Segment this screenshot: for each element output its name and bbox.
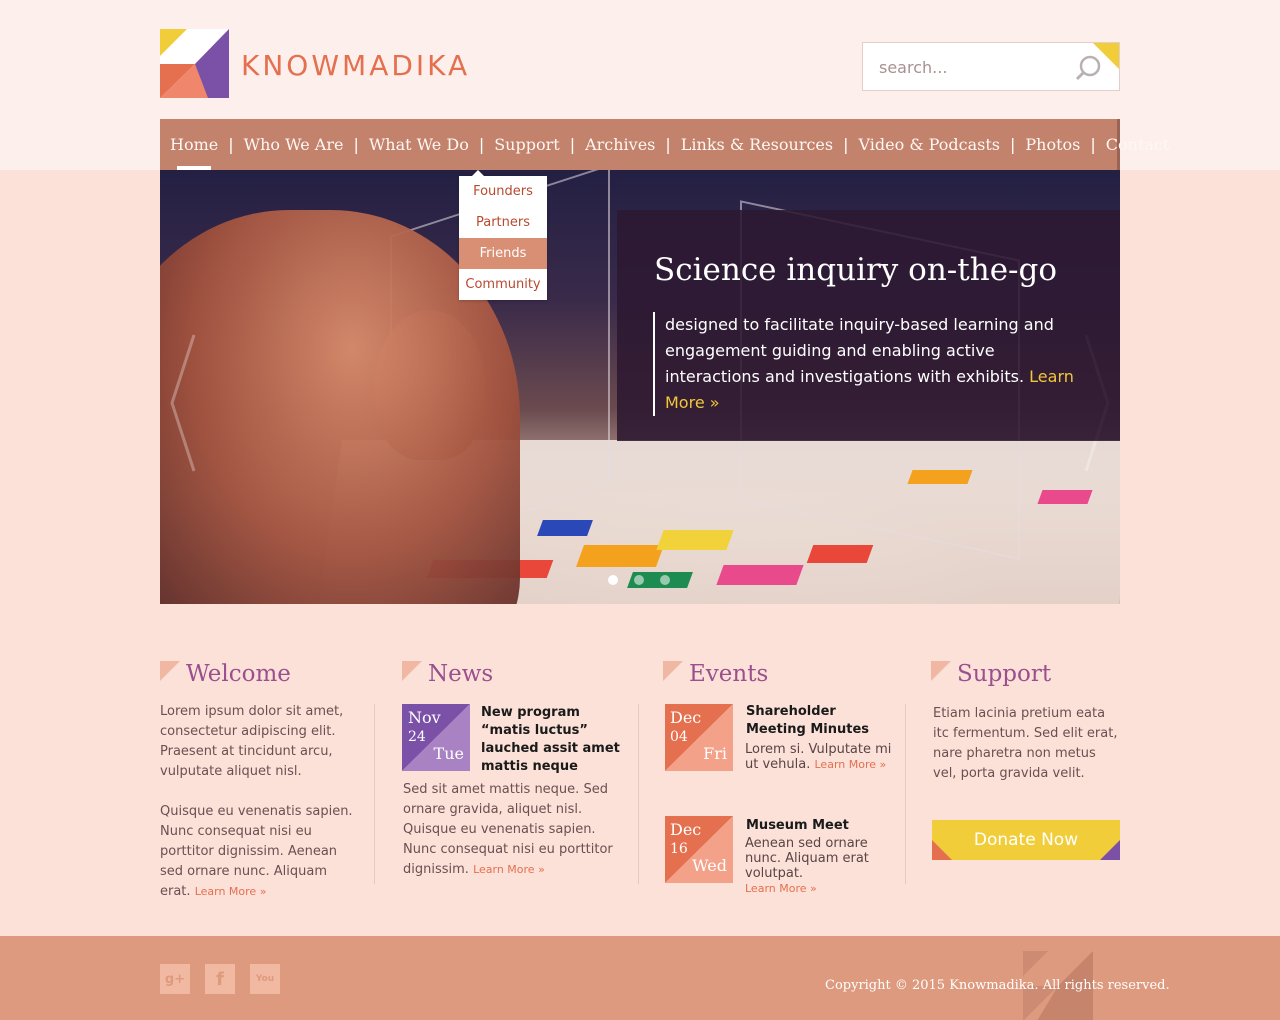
search-box[interactable] [862, 42, 1120, 91]
hero-photo-tile [537, 520, 593, 536]
support-body: Etiam lacinia pretium eata itc fermentum… [933, 706, 1118, 781]
event-body: Aenean sed ornare nunc. Aliquam erat vol… [745, 836, 895, 896]
news-day: 24 [408, 729, 426, 745]
flag-icon [931, 661, 951, 681]
youtube-icon[interactable]: You [250, 964, 280, 994]
search-corner-accent [1093, 43, 1119, 69]
hero-copy: designed to facilitate inquiry-based lea… [653, 312, 1083, 416]
news-month: Nov [408, 708, 441, 727]
dropdown-item-friends[interactable]: Friends [459, 238, 547, 269]
welcome-paragraph-1: Lorem ipsum dolor sit amet, consectetur … [160, 704, 344, 779]
support-dropdown: Founders Partners Friends Community [459, 170, 547, 300]
hero-copy-text: designed to facilitate inquiry-based lea… [665, 315, 1054, 386]
welcome-paragraph-2: Quisque eu venenatis sapien. Nunc conseq… [160, 802, 360, 902]
dropdown-item-partners[interactable]: Partners [459, 207, 547, 238]
event-weekday: Fri [703, 744, 727, 763]
hero-slider: Science inquiry on-the-go designed to fa… [160, 170, 1120, 604]
nav-who-we-are[interactable]: Who We Are [244, 135, 344, 154]
slider-dot-2[interactable] [634, 575, 644, 585]
nav-home[interactable]: Home [170, 135, 218, 154]
event-day: 04 [670, 729, 688, 745]
nav-photos[interactable]: Photos [1025, 135, 1080, 154]
slider-dot-3[interactable] [660, 575, 670, 585]
event-body-text: Aenean sed ornare nunc. Aliquam erat vol… [745, 836, 869, 881]
nav-separator: | [353, 135, 359, 154]
support-title: Support [931, 660, 1121, 688]
nav-archives[interactable]: Archives [585, 135, 655, 154]
nav-separator: | [478, 135, 485, 154]
search-input[interactable] [873, 53, 1063, 81]
event-body: Lorem si. Vulputate mi ut vehula. Learn … [745, 742, 895, 772]
logo-text[interactable]: KNOWMADIKA [241, 49, 470, 82]
nav-separator: | [569, 135, 576, 154]
dropdown-caret [472, 170, 484, 176]
event-month: Dec [670, 820, 702, 839]
column-divider [638, 704, 639, 884]
news-learn-more-link[interactable]: Learn More » [473, 863, 545, 876]
event-learn-more-link[interactable]: Learn More » [745, 882, 817, 895]
welcome-section: Welcome Lorem ipsum dolor sit amet, cons… [160, 660, 360, 902]
dropdown-item-founders[interactable]: Founders [459, 176, 547, 207]
support-section: Support Etiam lacinia pretium eata itc f… [931, 660, 1121, 784]
footer: g+ f You Copyright © 2015 Knowmadika. Al… [0, 936, 1280, 1020]
event-learn-more-link[interactable]: Learn More » [815, 758, 887, 771]
news-body: Sed sit amet mattis neque. Sed ornare gr… [403, 780, 618, 880]
donate-label: Donate Now [973, 830, 1079, 850]
news-date-badge: Nov 24 Tue [402, 704, 470, 771]
event-day: 16 [670, 841, 688, 857]
events-title: Events [663, 660, 893, 688]
nav-support[interactable]: Support [494, 135, 559, 154]
hero-headline: Science inquiry on-the-go [654, 252, 1058, 288]
flag-icon [160, 661, 180, 681]
hero-photo-tile [907, 470, 973, 484]
event-weekday: Wed [692, 856, 727, 875]
nav-separator: | [843, 135, 849, 154]
flag-icon [663, 661, 683, 681]
welcome-title-text: Welcome [186, 661, 291, 687]
nav-separator: | [665, 135, 671, 154]
event-date-badge: Dec 16 Wed [665, 816, 733, 883]
flag-icon [402, 661, 422, 681]
donate-button[interactable]: Donate Now [932, 820, 1120, 860]
news-section: News [402, 660, 617, 688]
slider-prev-icon[interactable] [168, 333, 198, 473]
hero-photo-tile [575, 545, 665, 567]
news-title-text: News [428, 661, 494, 687]
welcome-learn-more-link[interactable]: Learn More » [195, 885, 267, 898]
hero-photo-tile [656, 530, 734, 550]
column-divider [905, 704, 906, 884]
news-weekday: Tue [433, 744, 464, 763]
event-date-badge: Dec 04 Fri [665, 704, 733, 771]
hero-photo-tile [1037, 490, 1093, 504]
copyright-text: Copyright © 2015 Knowmadika. All rights … [825, 978, 1170, 993]
nav-separator: | [228, 135, 234, 154]
logo-icon[interactable] [160, 29, 229, 98]
facebook-icon[interactable]: f [205, 964, 235, 994]
event-title[interactable]: Shareholder Meeting Minutes [746, 703, 886, 739]
nav-links-resources[interactable]: Links & Resources [681, 135, 833, 154]
main-nav: Home | Who We Are | What We Do | Support | A… [160, 119, 1169, 170]
nav-separator: | [1010, 135, 1016, 154]
google-plus-icon[interactable]: g+ [160, 964, 190, 994]
event-month: Dec [670, 708, 702, 727]
news-title: News [402, 660, 617, 688]
dropdown-item-community[interactable]: Community [459, 269, 547, 300]
hero-photo-tile [806, 545, 874, 563]
nav-video-podcasts[interactable]: Video & Podcasts [859, 135, 1001, 154]
welcome-title: Welcome [160, 660, 360, 688]
support-title-text: Support [957, 661, 1052, 687]
news-headline[interactable]: New program “matis luctus” lauched assit… [481, 704, 621, 776]
slider-pagination [608, 575, 670, 585]
column-divider [374, 704, 375, 884]
nav-what-we-do[interactable]: What We Do [369, 135, 469, 154]
event-title[interactable]: Museum Meet [746, 817, 886, 835]
slider-dot-1[interactable] [608, 575, 618, 585]
events-title-text: Events [689, 661, 769, 687]
hero-photo-tile [716, 565, 804, 585]
nav-separator: | [1090, 135, 1096, 154]
events-section: Events [663, 660, 893, 688]
nav-contact[interactable]: Contact [1106, 135, 1170, 154]
